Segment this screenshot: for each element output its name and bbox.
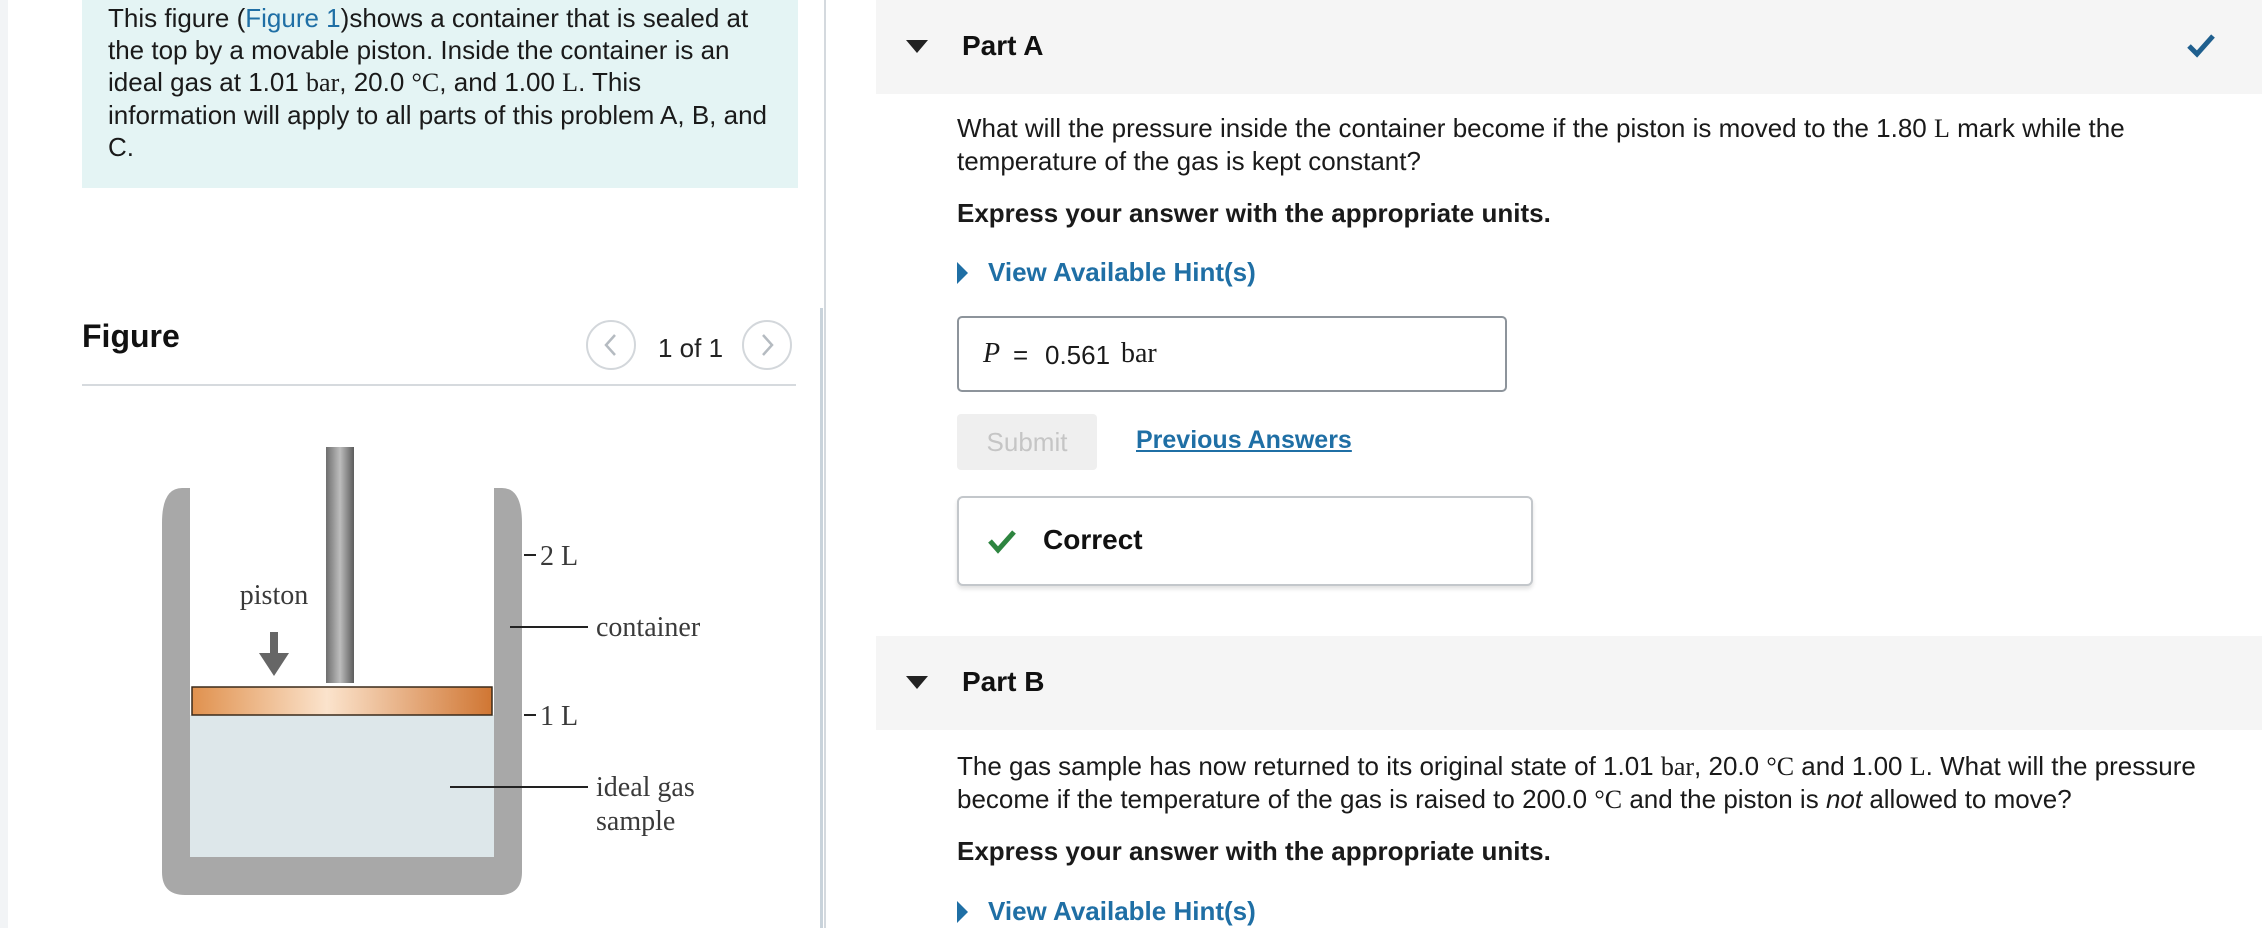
intro-line-1: This figure (Figure 1)shows a container … [108, 2, 772, 34]
pane-divider [824, 0, 826, 928]
label-sample: sample [596, 806, 675, 837]
chevron-right-icon [762, 334, 774, 356]
question-text: The gas sample has now returned to its o… [957, 751, 1661, 781]
label-ideal-gas: ideal gas [596, 772, 695, 803]
question-line: become if the temperature of the gas is … [957, 783, 2217, 816]
part-b-header[interactable]: Part B [876, 636, 2262, 730]
caret-right-icon [957, 262, 968, 284]
figure-counter: 1 of 1 [658, 333, 724, 363]
label-2l: 2 L [540, 541, 578, 572]
collapse-caret-icon[interactable] [906, 676, 928, 689]
figure-title: Figure [82, 318, 180, 354]
question-text: . What will the pressure [1925, 751, 2196, 781]
part-a-hint-link[interactable]: View Available Hint(s) [957, 257, 1256, 288]
previous-answers-link[interactable]: Previous Answers [1136, 426, 1352, 455]
part-b-question: The gas sample has now returned to its o… [957, 750, 2217, 816]
window-edge [0, 0, 8, 928]
question-text: , 20.0 [1694, 751, 1767, 781]
figure-link[interactable]: Figure 1 [245, 3, 340, 33]
question-text: become if the temperature of the gas is … [957, 784, 1595, 814]
pane-scrollbar[interactable] [820, 308, 823, 928]
unit-bar: bar [306, 68, 340, 97]
answer-equals: = [1013, 340, 1029, 370]
problem-intro: This figure (Figure 1)shows a container … [82, 0, 798, 188]
part-a-header[interactable]: Part A [876, 0, 2262, 94]
caret-right-icon [957, 901, 968, 923]
problem-pane: This figure (Figure 1)shows a container … [0, 0, 824, 928]
unit-liter: L [562, 68, 579, 97]
previous-figure-button[interactable] [586, 320, 636, 370]
next-figure-button[interactable] [742, 320, 792, 370]
question-text: What will the pressure inside the contai… [957, 113, 1934, 143]
collapse-caret-icon[interactable] [906, 40, 928, 53]
completed-check-icon [2187, 34, 2215, 58]
question-text: and the piston is [1622, 784, 1826, 814]
intro-line-2: the top by a movable piston. Inside the … [108, 35, 730, 65]
question-text: mark while the [1949, 113, 2125, 143]
part-a-instruction: Express your answer with the appropriate… [957, 198, 1551, 228]
correct-check-icon [988, 530, 1016, 554]
unit-bar: bar [1660, 752, 1695, 781]
question-text: and 1.00 [1794, 751, 1910, 781]
question-line: temperature of the gas is kept constant? [957, 146, 1421, 176]
figure-divider [82, 384, 796, 386]
hint-label: View Available Hint(s) [988, 257, 1256, 287]
emphasis-not: not [1825, 784, 1863, 814]
feedback-correct: Correct [957, 496, 1533, 586]
intro-text: ideal gas at 1.01 [108, 67, 307, 97]
unit-liter: L [1909, 752, 1926, 781]
intro-line-4: information will apply to all parts of t… [108, 100, 767, 130]
answer-unit: bar [1121, 338, 1157, 369]
part-b-instruction: Express your answer with the appropriate… [957, 836, 1551, 866]
label-1l: 1 L [540, 701, 578, 732]
piston-rod [326, 447, 354, 683]
hint-label: View Available Hint(s) [988, 896, 1256, 926]
intro-line-3: ideal gas at 1.01 bar, 20.0 °C, and 1.00… [108, 66, 772, 99]
chevron-left-icon [604, 334, 616, 356]
piston-container-diagram: piston 2 L 1 L container ideal gas sampl… [162, 447, 701, 895]
part-b-title: Part B [962, 666, 1045, 697]
unit-celsius: °C [1594, 785, 1623, 814]
intro-text: , and 1.00 [439, 67, 563, 97]
part-b-hint-link[interactable]: View Available Hint(s) [957, 896, 1256, 927]
submit-button[interactable]: Submit [957, 414, 1097, 470]
intro-text: , 20.0 [339, 67, 412, 97]
answer-variable: P [983, 338, 1001, 369]
label-container: container [596, 612, 701, 643]
piston-plate [191, 686, 493, 716]
intro-text: . This [578, 67, 642, 97]
label-piston: piston [240, 580, 308, 611]
intro-text: This figure ( [108, 3, 246, 33]
question-text: allowed to move? [1862, 784, 2072, 814]
intro-line-5: C. [108, 132, 134, 162]
part-a-title: Part A [962, 30, 1044, 61]
unit-liter: L [1933, 114, 1950, 143]
unit-celsius: °C [1766, 752, 1795, 781]
intro-text: )shows a container that is sealed at [340, 3, 749, 33]
question-line: The gas sample has now returned to its o… [957, 750, 2217, 783]
answer-value: 0.561 [1045, 340, 1111, 370]
unit-celsius: °C [411, 68, 440, 97]
piston-arrow-head [259, 653, 289, 676]
question-line: What will the pressure inside the contai… [957, 112, 2217, 145]
gas-region [190, 715, 494, 857]
feedback-label: Correct [1043, 524, 1143, 555]
part-a-question: What will the pressure inside the contai… [957, 112, 2217, 177]
answer-input[interactable]: P = 0.561 bar [957, 316, 1507, 392]
